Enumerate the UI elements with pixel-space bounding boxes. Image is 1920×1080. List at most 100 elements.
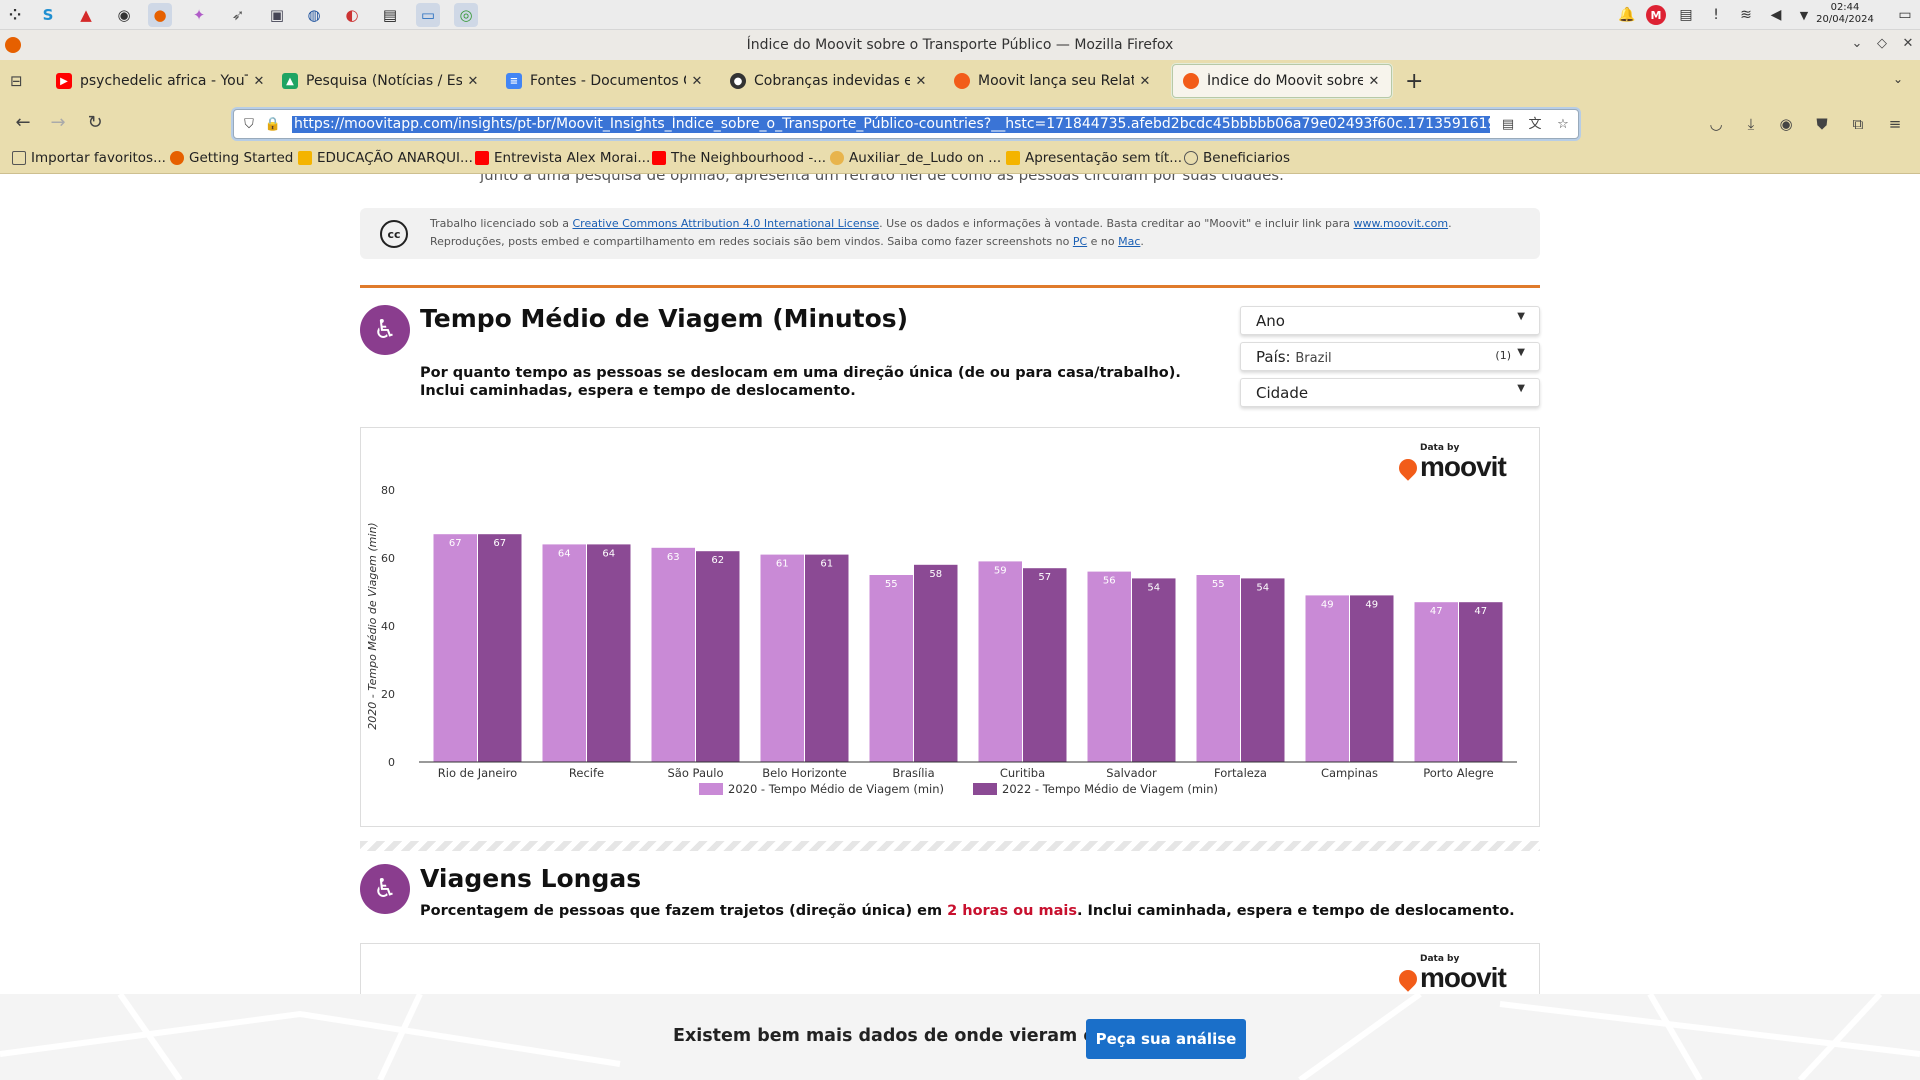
x-tick-label: São Paulo [667, 766, 723, 780]
reader-view-icon[interactable]: ▤ [1499, 116, 1517, 134]
github-icon: ● [730, 73, 746, 89]
mac-screenshot-link[interactable]: Mac [1118, 235, 1140, 248]
menu-icon[interactable]: ≡ [1885, 114, 1905, 134]
app-s-icon[interactable]: S [36, 3, 60, 27]
bar-2020 [760, 554, 804, 762]
tracking-shield-icon[interactable]: ⛉ [240, 116, 258, 134]
country-filter-select[interactable]: País: Brazil (1) ▼ [1240, 342, 1540, 371]
close-tab-icon[interactable]: ✕ [1138, 74, 1152, 89]
slides-icon [1006, 151, 1020, 165]
section-title: Viagens Longas [420, 864, 642, 893]
close-tab-icon[interactable]: ✕ [252, 74, 266, 89]
lock-icon[interactable]: 🔒 [264, 116, 282, 134]
tab-fontes[interactable]: ≡ Fontes - Documentos Google ✕ [496, 64, 714, 98]
forward-icon[interactable]: → [47, 112, 69, 134]
app-aperture-icon[interactable]: ◉ [112, 3, 136, 27]
app-bird-icon[interactable]: ➶ [226, 3, 250, 27]
license-text: Trabalho licenciado sob a [430, 217, 573, 230]
extensions-icon[interactable]: ⧉ [1848, 114, 1868, 134]
y-tick-label: 20 [381, 688, 395, 701]
reload-icon[interactable]: ↻ [84, 112, 106, 134]
bookmark-item[interactable]: The Neighbourhood -... [652, 150, 826, 166]
app-triangle-icon[interactable]: ▲ [74, 3, 98, 27]
url-bar[interactable]: ⛉ 🔒 https://moovitapp.com/insights/pt-br… [233, 109, 1579, 139]
update-icon[interactable]: ! [1706, 5, 1726, 25]
legend-swatch [973, 783, 997, 795]
tab-cobrancas[interactable]: ● Cobranças indevidas e atrasos ✕ [720, 64, 938, 98]
request-analysis-button[interactable]: Peça sua análise [1086, 1019, 1246, 1059]
year-filter-select[interactable]: Ano ▼ [1240, 306, 1540, 335]
description-line: Inclui caminhadas, espera e tempo de des… [420, 383, 856, 399]
bookmark-item[interactable]: Getting Started [170, 150, 293, 166]
tab-youtube[interactable]: ▶ psychedelic africa - YouTube ✕ [46, 64, 276, 98]
license-text: e no [1087, 235, 1119, 248]
x-tick-label: Recife [569, 766, 604, 780]
account-icon[interactable]: ◉ [1776, 114, 1796, 134]
app-green-icon[interactable]: ◎ [454, 3, 478, 27]
city-filter-select[interactable]: Cidade ▼ [1240, 378, 1540, 407]
app-color-icon[interactable]: ◐ [340, 3, 364, 27]
maximize-icon[interactable]: ◇ [1873, 36, 1891, 51]
moovit-site-link[interactable]: www.moovit.com [1354, 217, 1449, 230]
close-tab-icon[interactable]: ✕ [1367, 74, 1381, 89]
wifi-icon[interactable]: ≋ [1736, 5, 1756, 25]
bar-2022 [478, 534, 522, 762]
notification-icon[interactable]: 🔔 [1617, 5, 1637, 25]
url-text[interactable]: https://moovitapp.com/insights/pt-br/Moo… [292, 116, 1490, 133]
cc-license-link[interactable]: Creative Commons Attribution 4.0 Interna… [572, 217, 879, 230]
bookmark-item[interactable]: Beneficiarios [1184, 150, 1290, 166]
list-all-tabs-icon[interactable]: ⌄ [1893, 72, 1903, 86]
bar-value-label: 61 [820, 559, 833, 570]
clipboard-icon[interactable]: ▤ [1676, 5, 1696, 25]
show-desktop-icon[interactable]: ▭ [1895, 5, 1915, 25]
tab-pesquisa[interactable]: ▲ Pesquisa (Notícias / Estatísticas) ✕ [272, 64, 490, 98]
new-tab-icon[interactable]: + [1405, 69, 1423, 94]
bar-2020 [869, 575, 913, 762]
file-manager-icon[interactable]: ▭ [416, 3, 440, 27]
firefox-taskbar-icon[interactable]: ● [148, 3, 172, 27]
close-tab-icon[interactable]: ✕ [466, 74, 480, 89]
app-launcher-icon[interactable]: ⁘ [3, 3, 27, 27]
x-tick-label: Porto Alegre [1423, 766, 1493, 780]
bookmark-item[interactable]: Apresentação sem tít... [1006, 150, 1182, 166]
bookmark-star-icon[interactable]: ☆ [1554, 116, 1572, 134]
downloads-icon[interactable]: ⤓ [1741, 114, 1761, 134]
description-line: Por quanto tempo as pessoas se deslocam … [420, 365, 1181, 381]
bar-value-label: 59 [994, 565, 1007, 576]
tab-label: Pesquisa (Notícias / Estatísticas) [306, 73, 462, 89]
tab-overview-icon[interactable]: ⊟ [10, 72, 23, 90]
bar-value-label: 49 [1321, 599, 1334, 610]
extension-ublock-icon[interactable]: ⛊ [1812, 114, 1832, 134]
youtube-icon [652, 151, 666, 165]
app-photo-icon[interactable]: ▣ [265, 3, 289, 27]
close-window-icon[interactable]: ✕ [1899, 36, 1917, 51]
bar-value-label: 62 [711, 555, 724, 566]
bookmark-item[interactable]: Entrevista Alex Morai... [475, 150, 650, 166]
translate-icon[interactable]: 文 [1526, 116, 1544, 134]
mail-m-icon[interactable]: M [1646, 5, 1666, 25]
pocket-icon[interactable]: ◡ [1706, 114, 1726, 134]
bookmark-item[interactable]: EDUCAÇÃO ANARQUI... [298, 150, 473, 166]
terminal-icon[interactable]: ▤ [378, 3, 402, 27]
back-icon[interactable]: ← [12, 112, 34, 134]
bar-2020 [1196, 575, 1240, 762]
bar-2020 [1414, 602, 1458, 762]
tab-moovit-indice[interactable]: Índice do Moovit sobre o Transporte Públ… [1172, 64, 1392, 98]
pc-screenshot-link[interactable]: PC [1073, 235, 1087, 248]
bookmarks-bar: Importar favoritos... Getting Started ED… [0, 144, 1920, 174]
close-tab-icon[interactable]: ✕ [914, 74, 928, 89]
close-tab-icon[interactable]: ✕ [690, 74, 704, 89]
bookmark-label: Getting Started [189, 150, 294, 166]
app-globe-icon[interactable]: ◍ [302, 3, 326, 27]
volume-icon[interactable]: ◀ [1766, 5, 1786, 25]
y-axis-label: 2020 - Tempo Médio de Viagem (min) [366, 522, 379, 729]
minimize-icon[interactable]: ⌄ [1848, 36, 1866, 51]
window-title: Índice do Moovit sobre o Transporte Públ… [746, 37, 1174, 53]
bar-value-label: 49 [1365, 599, 1378, 610]
clock[interactable]: 02:44 20/04/2024 [1810, 2, 1880, 26]
bookmark-item[interactable]: Importar favoritos... [12, 150, 166, 166]
tab-moovit-relatorio[interactable]: Moovit lança seu Relatório ✕ [944, 64, 1162, 98]
bookmark-label: Importar favoritos... [31, 150, 166, 166]
bookmark-item[interactable]: Auxiliar_de_Ludo on ... [830, 150, 1001, 166]
app-unicorn-icon[interactable]: ✦ [187, 3, 211, 27]
